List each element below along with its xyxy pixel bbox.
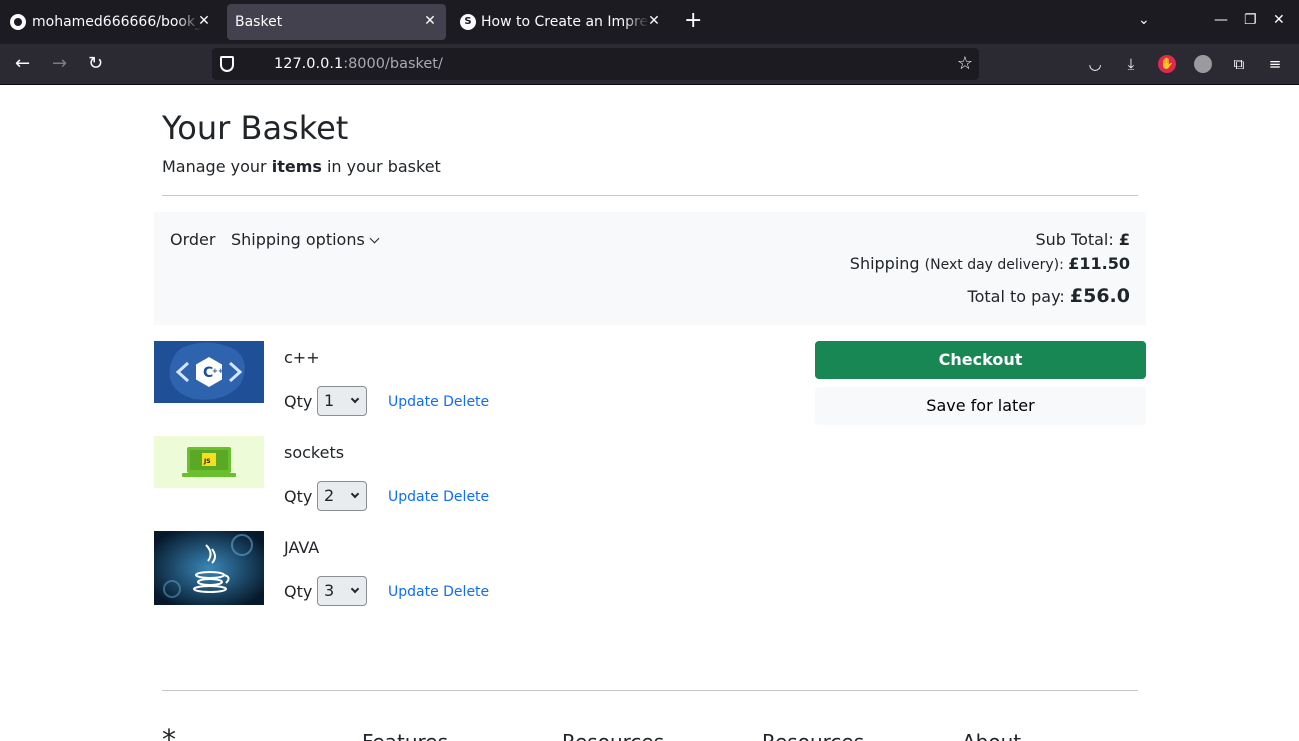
- subtotal: Sub Total: £: [1035, 230, 1130, 249]
- restore-icon[interactable]: ❐: [1244, 12, 1257, 28]
- tab-title: mohamed666666/book_s: [32, 14, 202, 30]
- item-name: c++: [284, 348, 320, 367]
- item-name: JAVA: [284, 538, 320, 557]
- quantity-select[interactable]: 2: [317, 481, 367, 511]
- page-content: Your Basket Manage your items in your ba…: [0, 85, 1299, 741]
- item-actions: Update Delete: [388, 394, 489, 410]
- order-summary: Order Shipping options Sub Total: £ Ship…: [154, 212, 1146, 325]
- browser-nav-bar: ← → ↻ 127.0.0.1:8000/basket/ ☆ ◡ ⤓ ✋ ⧉ ≡: [0, 44, 1299, 85]
- site-icon: S: [460, 14, 476, 30]
- download-icon[interactable]: ⤓: [1122, 55, 1140, 73]
- cpp-logo-image: C ++: [154, 341, 264, 403]
- tab-github[interactable]: mohamed666666/book_s ✕: [4, 4, 220, 40]
- tab-article[interactable]: S How to Create an Impressive ✕: [452, 4, 670, 40]
- footer-heading-features: Features: [362, 730, 448, 741]
- back-icon[interactable]: ←: [15, 54, 30, 74]
- browser-tab-bar: mohamed666666/book_s ✕ Basket ✕ S How to…: [0, 0, 1299, 44]
- item-name: sockets: [284, 443, 345, 462]
- page-title: Your Basket: [162, 109, 349, 147]
- qty-label: Qty: [284, 582, 313, 601]
- item-actions: Update Delete: [388, 584, 489, 600]
- footer-heading-resources: Resources: [762, 730, 864, 741]
- page-subtitle: Manage your items in your basket: [162, 157, 441, 176]
- footer-heading-resources: Resources: [562, 730, 664, 741]
- close-icon[interactable]: ✕: [422, 13, 438, 29]
- update-link[interactable]: Update: [388, 489, 439, 505]
- chevron-down-icon: [350, 394, 360, 404]
- chevron-down-icon: [350, 489, 360, 499]
- globe-icon[interactable]: [1194, 55, 1212, 73]
- svg-text:++: ++: [212, 367, 224, 375]
- laptop-js-image: JS: [154, 436, 264, 488]
- quantity-select[interactable]: 3: [317, 576, 367, 606]
- window-close-icon[interactable]: ✕: [1273, 12, 1285, 28]
- reload-icon[interactable]: ↻: [88, 54, 103, 74]
- forward-icon[interactable]: →: [52, 54, 67, 74]
- tab-basket[interactable]: Basket ✕: [227, 4, 446, 40]
- github-icon: [10, 14, 26, 30]
- save-for-later-button[interactable]: Save for later: [815, 387, 1146, 425]
- close-icon[interactable]: ✕: [196, 13, 212, 29]
- pocket-icon[interactable]: ◡: [1086, 55, 1104, 73]
- delete-link[interactable]: Delete: [443, 489, 489, 505]
- new-tab-icon[interactable]: +: [684, 10, 702, 32]
- update-link[interactable]: Update: [388, 584, 439, 600]
- svg-text:JS: JS: [203, 458, 211, 465]
- address-bar[interactable]: 127.0.0.1:8000/basket/ ☆: [212, 48, 979, 80]
- adblock-icon[interactable]: ✋: [1158, 55, 1176, 73]
- shield-icon: [220, 56, 234, 72]
- quantity-select[interactable]: 1: [317, 386, 367, 416]
- shipping-cost: Shipping (Next day delivery): £11.50: [849, 254, 1130, 273]
- delete-link[interactable]: Delete: [443, 584, 489, 600]
- delete-link[interactable]: Delete: [443, 394, 489, 410]
- menu-icon[interactable]: ≡: [1266, 55, 1284, 73]
- java-logo-image: [154, 531, 264, 605]
- divider: [162, 195, 1138, 196]
- tab-title: How to Create an Impressive: [481, 14, 649, 30]
- total-to-pay: Total to pay: £56.0: [967, 285, 1130, 307]
- checkout-button[interactable]: Checkout: [815, 341, 1146, 379]
- update-link[interactable]: Update: [388, 394, 439, 410]
- close-icon[interactable]: ✕: [646, 13, 662, 29]
- qty-label: Qty: [284, 487, 313, 506]
- footer-divider: [162, 690, 1138, 691]
- chevron-down-icon: [369, 233, 380, 244]
- chevron-down-icon: [350, 584, 360, 594]
- list-tabs-icon[interactable]: ⌄: [1138, 12, 1150, 28]
- footer-heading-about: About: [962, 730, 1021, 741]
- tab-title: Basket: [235, 14, 283, 30]
- minimize-icon[interactable]: —: [1214, 12, 1228, 28]
- extensions-icon[interactable]: ⧉: [1230, 55, 1248, 73]
- shipping-options-dropdown[interactable]: Shipping options: [231, 230, 380, 249]
- qty-label: Qty: [284, 392, 313, 411]
- order-label: Order: [170, 230, 216, 249]
- url-text: 127.0.0.1:8000/basket/: [274, 56, 443, 72]
- item-actions: Update Delete: [388, 489, 489, 505]
- footer-logo[interactable]: *: [162, 723, 176, 741]
- bookmark-star-icon[interactable]: ☆: [957, 53, 973, 74]
